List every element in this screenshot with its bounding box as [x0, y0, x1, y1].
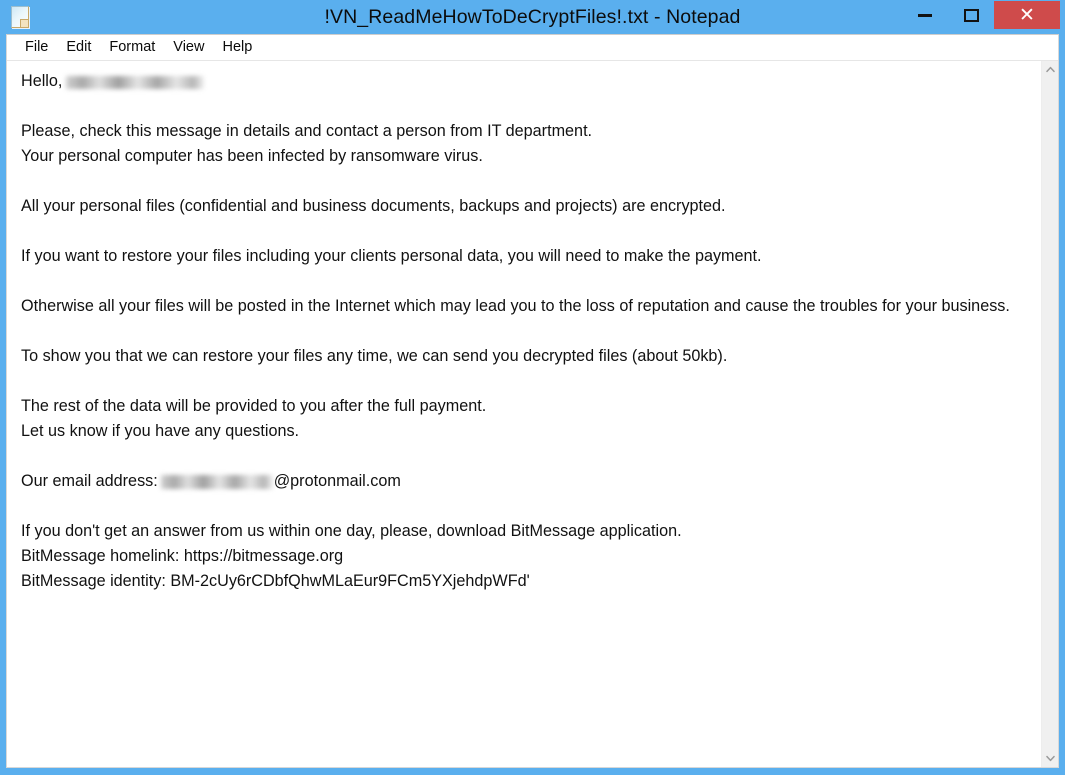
- text-line: Otherwise all your files will be posted …: [21, 297, 1010, 315]
- text-editor-area[interactable]: Hello, Please, check this message in det…: [7, 61, 1041, 767]
- window-controls: ✕: [902, 0, 1065, 32]
- chevron-up-icon: [1045, 66, 1055, 73]
- redacted-email: [160, 475, 273, 489]
- text-line: All your personal files (confidential an…: [21, 197, 726, 215]
- text-line: [21, 169, 1035, 194]
- text-line: [21, 269, 1035, 294]
- menu-item-file[interactable]: File: [16, 36, 57, 59]
- minimize-button[interactable]: [902, 0, 948, 30]
- scroll-up-button[interactable]: [1041, 61, 1058, 78]
- close-icon: ✕: [1019, 4, 1035, 26]
- editor-region: Hello, Please, check this message in det…: [7, 61, 1058, 767]
- window-client-area: File Edit Format View Help Hello, Please…: [6, 34, 1059, 768]
- maximize-button[interactable]: [948, 0, 994, 30]
- notepad-window: !VN_ReadMeHowToDeCryptFiles!.txt - Notep…: [0, 0, 1065, 775]
- menu-item-edit[interactable]: Edit: [57, 36, 100, 59]
- notepad-document-icon: [9, 5, 31, 29]
- text-line: Hello,: [21, 69, 1035, 94]
- close-button[interactable]: ✕: [994, 1, 1060, 29]
- chevron-down-icon: [1045, 755, 1055, 762]
- menu-item-view[interactable]: View: [164, 36, 213, 59]
- text-line: To show you that we can restore your fil…: [21, 347, 728, 365]
- scroll-down-button[interactable]: [1041, 750, 1058, 767]
- text-line: The rest of the data will be provided to…: [21, 397, 487, 415]
- text-line: Please, check this message in details an…: [21, 122, 593, 140]
- menu-bar: File Edit Format View Help: [7, 35, 1058, 61]
- text-line: Your personal computer has been infected…: [21, 147, 483, 165]
- minimize-icon: [918, 13, 932, 17]
- text-line: [21, 219, 1035, 244]
- menu-item-help[interactable]: Help: [213, 36, 261, 59]
- text-run: @protonmail.com: [273, 472, 401, 490]
- text-line: [21, 319, 1035, 344]
- text-line: [21, 494, 1035, 519]
- text-run: Hello,: [21, 72, 63, 90]
- text-line: [21, 444, 1035, 469]
- text-line: [21, 94, 1035, 119]
- scrollbar-track[interactable]: [1041, 78, 1058, 750]
- vertical-scrollbar[interactable]: [1041, 61, 1058, 767]
- text-line: If you don't get an answer from us withi…: [21, 522, 682, 540]
- text-line: BitMessage homelink: https://bitmessage.…: [21, 547, 344, 565]
- text-line: Let us know if you have any questions.: [21, 422, 300, 440]
- text-run: Our email address:: [21, 472, 158, 490]
- text-line: [21, 369, 1035, 394]
- text-line: If you want to restore your files includ…: [21, 247, 762, 265]
- text-line: Our email address: @protonmail.com: [21, 469, 1035, 494]
- title-bar[interactable]: !VN_ReadMeHowToDeCryptFiles!.txt - Notep…: [0, 0, 1065, 34]
- menu-item-format[interactable]: Format: [100, 36, 164, 59]
- maximize-icon: [963, 8, 979, 22]
- redacted-name: [66, 76, 205, 89]
- text-line: BitMessage identity: BM-2cUy6rCDbfQhwMLa…: [21, 572, 530, 590]
